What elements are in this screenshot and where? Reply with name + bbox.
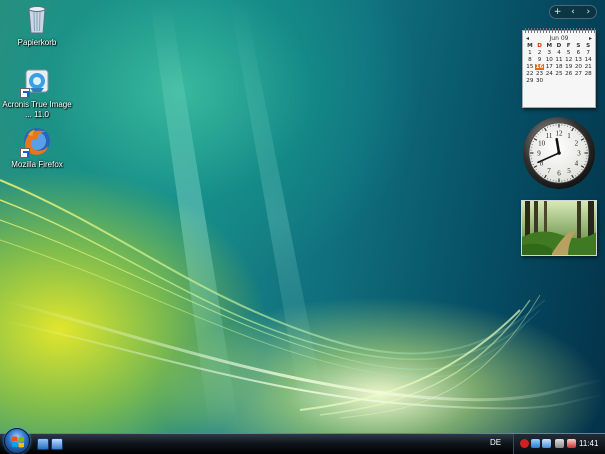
- calendar-day[interactable]: 30: [535, 78, 545, 84]
- network-icon[interactable]: [542, 439, 551, 448]
- clock-numeral: 11: [546, 132, 553, 140]
- acronis-icon: [20, 64, 54, 98]
- taskbar-clock[interactable]: 11:41: [579, 439, 598, 448]
- calendar-day[interactable]: 10: [544, 57, 554, 63]
- weekday-label: S: [576, 43, 581, 49]
- weekday-label: S: [586, 43, 591, 49]
- switch-windows-icon[interactable]: [51, 438, 63, 450]
- calendar-day[interactable]: 1: [525, 50, 535, 56]
- calendar-day[interactable]: 2: [535, 50, 545, 56]
- calendar-day[interactable]: 27: [574, 71, 584, 77]
- language-indicator[interactable]: DE: [490, 438, 501, 447]
- antivirus-icon[interactable]: [520, 439, 529, 448]
- desktop[interactable]: Papierkorb Acronis True Image ... 11.0 M…: [0, 0, 605, 433]
- calendar-next-button[interactable]: ▸: [589, 35, 592, 42]
- add-gadget-button[interactable]: +: [552, 6, 564, 18]
- calendar-day[interactable]: 5: [564, 50, 574, 56]
- weekday-label: D: [556, 43, 562, 49]
- calendar-day[interactable]: 25: [554, 71, 564, 77]
- clock-numeral: 10: [538, 140, 546, 148]
- slideshow-gadget[interactable]: [521, 200, 597, 256]
- clock-numeral: 1: [567, 132, 571, 140]
- shortcut-arrow-icon: [20, 88, 30, 98]
- desktop-icon-label: Acronis True Image ... 11.0: [2, 100, 72, 119]
- calendar-day[interactable]: 3: [544, 50, 554, 56]
- analog-clock-face: 12 1234567891011: [523, 117, 595, 189]
- calendar-day[interactable]: 18: [554, 64, 564, 70]
- calendar-day[interactable]: 11: [554, 57, 564, 63]
- calendar-day[interactable]: 14: [583, 57, 593, 63]
- clock-numeral: 3: [577, 150, 581, 158]
- calendar-day[interactable]: 26: [564, 71, 574, 77]
- calendar-day[interactable]: 23: [535, 71, 545, 77]
- calendar-day[interactable]: 15: [525, 64, 535, 70]
- desktop-icon-label: Mozilla Firefox: [11, 160, 63, 169]
- desktop-icon-recycle-bin[interactable]: Papierkorb: [0, 2, 76, 48]
- weekday-label: M: [546, 43, 553, 49]
- weekday-label: F: [566, 43, 571, 49]
- clock-numeral: 6: [557, 170, 561, 178]
- calendar-gadget[interactable]: ◂ Jun 09 ▸ M D M D F S S 1 2 3 4 5 6 7 8…: [522, 28, 596, 108]
- next-page-button[interactable]: ›: [582, 6, 594, 18]
- calendar-binding: [525, 28, 595, 33]
- forest-photo: [522, 201, 596, 255]
- clock-numeral: 2: [575, 140, 579, 148]
- calendar-day[interactable]: 8: [525, 57, 535, 63]
- weekday-label: M: [527, 43, 533, 49]
- recycle-bin-icon: [20, 2, 54, 36]
- calendar-day[interactable]: 28: [583, 71, 593, 77]
- calendar-grid: M D M D F S S 1 2 3 4 5 6 7 8 9 10 11 12…: [523, 43, 595, 84]
- calendar-month-label: Jun 09: [549, 35, 569, 42]
- desktop-icon-firefox[interactable]: Mozilla Firefox: [0, 124, 76, 170]
- sidebar-controls: + ‹ ›: [549, 5, 597, 19]
- clock-numeral: 12: [556, 130, 564, 138]
- clock-numeral: 9: [537, 150, 541, 158]
- volume-icon[interactable]: [555, 439, 564, 448]
- wallpaper-waves: [0, 0, 605, 433]
- clock-numeral: 5: [567, 167, 571, 175]
- calendar-day[interactable]: 6: [574, 50, 584, 56]
- shortcut-arrow-icon: [20, 148, 30, 158]
- calendar-day[interactable]: 4: [554, 50, 564, 56]
- calendar-day[interactable]: 22: [525, 71, 535, 77]
- previous-page-button[interactable]: ‹: [567, 6, 579, 18]
- clock-numeral: 7: [547, 167, 551, 175]
- windows-logo-icon: [12, 436, 24, 448]
- calendar-day[interactable]: 7: [583, 50, 593, 56]
- show-desktop-icon[interactable]: [37, 438, 49, 450]
- calendar-day[interactable]: 17: [544, 64, 554, 70]
- calendar-day[interactable]: 9: [535, 57, 545, 63]
- firefox-icon: [20, 124, 54, 158]
- weekday-label: D: [537, 43, 542, 49]
- calendar-day[interactable]: 13: [574, 57, 584, 63]
- calendar-day[interactable]: 29: [525, 78, 535, 84]
- calendar-prev-button[interactable]: ◂: [526, 35, 529, 42]
- clock-numeral: 4: [575, 160, 579, 168]
- calendar-day[interactable]: 12: [564, 57, 574, 63]
- clock-gadget[interactable]: 12 1 2 3 4 5 6 7 8 9 10 11: [521, 115, 597, 191]
- calendar-day[interactable]: 21: [583, 64, 593, 70]
- power-icon[interactable]: [567, 439, 576, 448]
- calendar-day[interactable]: 19: [564, 64, 574, 70]
- start-button[interactable]: [4, 428, 30, 454]
- calendar-day[interactable]: 20: [574, 64, 584, 70]
- desktop-icon-label: Papierkorb: [17, 38, 57, 47]
- taskbar: DE 11:41: [0, 428, 605, 454]
- safely-remove-icon[interactable]: [531, 439, 540, 448]
- calendar-day-today[interactable]: 16: [534, 64, 545, 70]
- desktop-icon-acronis[interactable]: Acronis True Image ... 11.0: [0, 64, 76, 120]
- calendar-day[interactable]: 24: [544, 71, 554, 77]
